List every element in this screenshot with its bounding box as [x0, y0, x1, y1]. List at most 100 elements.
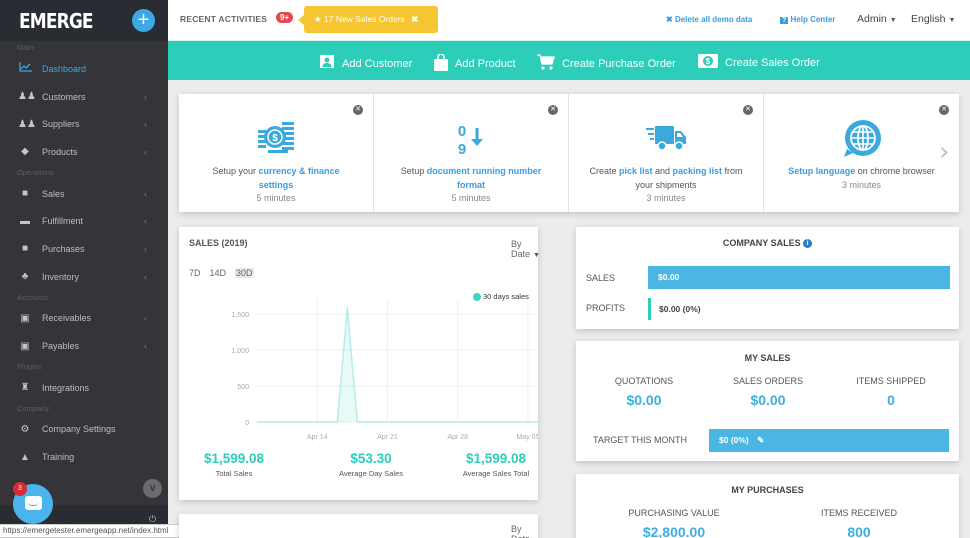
- sales-bar: $0.00: [648, 266, 950, 289]
- new-sales-orders-toast[interactable]: ★ 17 New Sales Orders ✖: [298, 6, 438, 33]
- sidebar-item-training[interactable]: ▲ Training: [0, 443, 168, 471]
- by-date-dropdown[interactable]: By Date▼: [511, 239, 540, 259]
- range-selector: 7D 14D 30D: [189, 268, 254, 278]
- legend-swatch: [473, 292, 481, 301]
- recent-activities-link[interactable]: RECENT ACTIVITIES: [180, 14, 267, 24]
- section-label-plugins: Plugins: [17, 361, 42, 371]
- my-purchases-card: MY PURCHASES PURCHASING VALUE $2,800.00 I…: [576, 474, 959, 538]
- sidebar-item-purchases[interactable]: ■ Purchases ‹: [0, 235, 168, 263]
- sidebar-item-payables[interactable]: ▣ Payables ‹: [0, 332, 168, 360]
- admin-dropdown[interactable]: Admin ▼: [857, 13, 897, 25]
- toast-text: 17 New Sales Orders: [324, 14, 405, 24]
- sidebar-item-label: Payables: [42, 341, 80, 352]
- add-product-button[interactable]: Add Product: [434, 53, 516, 74]
- delete-demo-data-label: Delete all demo data: [674, 15, 753, 24]
- close-icon[interactable]: ✕: [548, 105, 558, 115]
- chevron-left-icon: ‹: [144, 243, 147, 254]
- onboarding-text: Create pick list and packing list from y…: [589, 166, 743, 190]
- plus-icon[interactable]: +: [132, 9, 155, 32]
- sidebar-item-fulfillment[interactable]: ▬ Fulfillment ‹: [0, 207, 168, 235]
- stat-average-sales-total: $1,599.08 Average Sales Total: [441, 451, 551, 478]
- close-icon[interactable]: ✕: [353, 105, 363, 115]
- onboarding-card[interactable]: ✕ 09 Setup document running number forma…: [374, 94, 569, 212]
- logo[interactable]: EMERGE: [19, 9, 94, 33]
- target-bar[interactable]: $0 (0%) ✎: [709, 429, 949, 452]
- create-sales-order-button[interactable]: $ Create Sales Order: [698, 54, 820, 71]
- x-tick-label: May 05: [516, 434, 538, 441]
- caret-down-icon: ▼: [889, 17, 897, 24]
- close-icon[interactable]: ✕: [939, 105, 949, 115]
- sidebar-item-label: Dashboard: [42, 63, 87, 74]
- onboarding-carousel: ✕ $ Setup your currency & finance settin…: [179, 94, 959, 212]
- setup-language-link[interactable]: Setup language: [788, 166, 855, 176]
- shopping-bag-icon: [434, 53, 448, 74]
- pick-list-link[interactable]: pick list: [619, 166, 653, 176]
- sidebar-item-company-settings[interactable]: ⚙ Company Settings: [0, 416, 168, 444]
- truck-icon: ▬: [20, 215, 30, 227]
- question-icon: ?: [780, 17, 789, 24]
- pencil-icon[interactable]: ✎: [757, 435, 764, 445]
- language-dropdown[interactable]: English ▼: [911, 13, 955, 25]
- create-purchase-order-button[interactable]: Create Purchase Order: [537, 54, 676, 73]
- onboarding-card[interactable]: ✕ Setup language on chrome browser 3 min…: [764, 94, 959, 212]
- range-30d[interactable]: 30D: [235, 268, 254, 278]
- profits-row-label: PROFITS: [586, 303, 626, 313]
- y-tick-label: 1,000: [231, 348, 249, 355]
- running-number-link[interactable]: document running number format: [427, 166, 542, 190]
- money-icon: ▣: [20, 340, 30, 352]
- my-sales-card: MY SALES QUOTATIONS $0.00 SALES ORDERS $0.…: [576, 341, 959, 461]
- range-7d[interactable]: 7D: [189, 268, 201, 278]
- onboarding-card[interactable]: ✕ Create pick list and packing list from…: [569, 94, 764, 212]
- star-icon: ★: [314, 14, 322, 24]
- onboarding-time: 5 minutes: [256, 193, 296, 203]
- top-bar: RECENT ACTIVITIES 9+ ★ 17 New Sales Orde…: [168, 0, 970, 40]
- sidebar: EMERGE + Main Dashboard ♟♟ Customers ‹ ♟…: [0, 0, 168, 538]
- action-label: Add Product: [455, 58, 516, 70]
- chevron-left-icon: ‹: [144, 313, 147, 324]
- by-date-label: By Date: [511, 239, 531, 259]
- profits-value: $0.00 (0%): [659, 304, 701, 314]
- sidebar-item-customers[interactable]: ♟♟ Customers ‹: [0, 83, 168, 111]
- help-center-label: Help Center: [790, 15, 836, 24]
- scroll-down-button[interactable]: ∨: [143, 479, 162, 498]
- money-icon: ▣: [20, 312, 30, 324]
- currency-settings-link[interactable]: currency & finance settings: [259, 166, 340, 190]
- range-14d[interactable]: 14D: [210, 268, 227, 278]
- stat-value: $1,599.08: [203, 451, 265, 466]
- delete-demo-data-link[interactable]: ✖ Delete all demo data: [666, 15, 752, 24]
- x-tick-label: Apr 21: [377, 434, 398, 441]
- cart-icon: [537, 54, 555, 73]
- close-icon[interactable]: ✕: [743, 105, 753, 115]
- packing-list-link[interactable]: packing list: [673, 166, 723, 176]
- sidebar-item-dashboard[interactable]: Dashboard: [0, 55, 168, 83]
- stat-label: SALES ORDERS: [732, 376, 804, 386]
- sidebar-item-label: Training: [42, 452, 75, 463]
- by-date-dropdown[interactable]: By Date▼: [511, 524, 540, 538]
- add-customer-button[interactable]: Add Customer: [319, 54, 412, 73]
- carousel-next-chevron-icon[interactable]: ›: [939, 137, 949, 167]
- help-center-link[interactable]: ? Help Center: [780, 15, 835, 24]
- chevron-left-icon: ‹: [144, 91, 147, 102]
- sidebar-item-label: Sales: [42, 188, 65, 199]
- my-purchases-title: MY PURCHASES: [731, 485, 804, 495]
- quotations-stat: QUOTATIONS $0.00: [580, 376, 708, 408]
- line-chart-icon: [18, 62, 32, 75]
- sidebar-item-suppliers[interactable]: ♟♟ Suppliers ‹: [0, 110, 168, 138]
- action-label: Create Sales Order: [725, 56, 820, 69]
- onboarding-card[interactable]: ✕ $ Setup your currency & finance settin…: [179, 94, 374, 212]
- stat-label: ITEMS RECEIVED: [820, 508, 897, 518]
- chevron-left-icon: ‹: [144, 146, 147, 157]
- stat-value: $53.30: [350, 451, 392, 466]
- by-date-label: By Date: [511, 524, 530, 538]
- sidebar-item-receivables[interactable]: ▣ Receivables ‹: [0, 305, 168, 333]
- close-icon[interactable]: ✖: [411, 14, 418, 24]
- x-tick-label: Apr 28: [447, 434, 468, 441]
- sidebar-item-products[interactable]: ◆ Products ‹: [0, 138, 168, 166]
- svg-text:9: 9: [458, 141, 466, 156]
- info-icon[interactable]: i: [803, 239, 813, 248]
- sidebar-item-inventory[interactable]: ♣ Inventory ‹: [0, 263, 168, 291]
- sidebar-item-sales[interactable]: ■ Sales ‹: [0, 180, 168, 208]
- second-chart-card: By Date▼: [179, 514, 540, 538]
- sidebar-item-integrations[interactable]: ♜ Integrations: [0, 374, 168, 402]
- sales-row-label: SALES: [586, 273, 616, 283]
